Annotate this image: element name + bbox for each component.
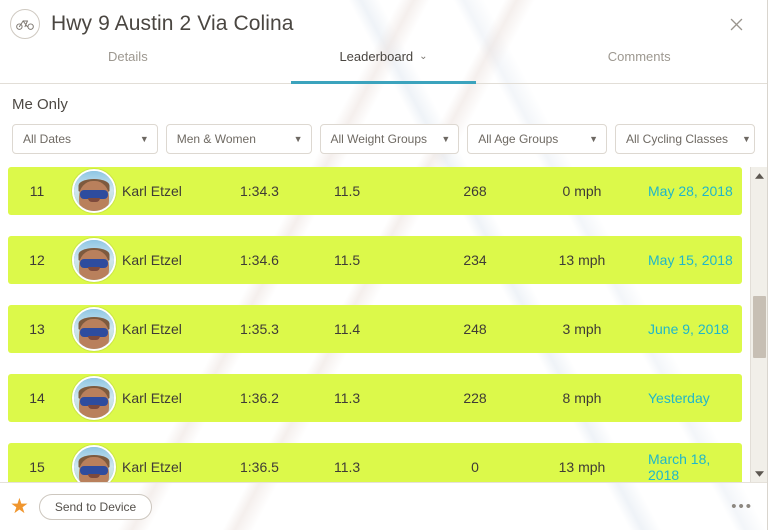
filter-bar: All Dates ▼ Men & Women ▼ All Weight Gro… xyxy=(0,113,767,154)
avatar-cell xyxy=(66,445,122,482)
row-wind: 3 mph xyxy=(562,321,602,337)
avatar-cell xyxy=(66,307,122,351)
filter-dates-value: All Dates xyxy=(23,132,72,146)
row-name: Karl Etzel xyxy=(122,252,182,268)
leaderboard-list[interactable]: 11 Karl Etzel 1:34.3 11.5 268 0 mph May 28, 20… xyxy=(0,167,750,482)
close-icon[interactable] xyxy=(723,11,749,37)
tab-bar: Details Leaderboard ⌄ Comments xyxy=(0,48,767,84)
row-date: May 28, 2018 xyxy=(648,183,733,199)
filter-class-select[interactable]: All Cycling Classes ▼ xyxy=(615,124,755,154)
row-rank: 12 xyxy=(29,252,45,268)
chevron-down-icon: ▼ xyxy=(293,134,303,144)
leaderboard-scrollbar[interactable] xyxy=(750,167,767,482)
row-speed: 11.3 xyxy=(334,390,361,406)
avatar xyxy=(72,238,116,282)
row-name: Karl Etzel xyxy=(122,459,182,475)
avatar xyxy=(72,169,116,213)
row-speed: 11.4 xyxy=(334,321,361,337)
row-rank: 15 xyxy=(29,459,45,475)
tab-leaderboard[interactable]: Leaderboard ⌄ xyxy=(256,48,512,84)
page-title: Hwy 9 Austin 2 Via Colina xyxy=(51,12,294,35)
chevron-down-icon: ▼ xyxy=(441,134,451,144)
panel-header: Hwy 9 Austin 2 Via Colina xyxy=(0,0,767,48)
row-power: 228 xyxy=(463,390,487,406)
row-rank: 13 xyxy=(29,321,45,337)
table-row[interactable]: 13 Karl Etzel 1:35.3 11.4 248 3 mph June 9, 20… xyxy=(8,305,742,353)
avatar xyxy=(72,445,116,482)
table-row[interactable]: 11 Karl Etzel 1:34.3 11.5 268 0 mph May 28, 20… xyxy=(8,167,742,215)
row-time: 1:36.5 xyxy=(240,459,279,475)
row-rank: 11 xyxy=(29,183,45,199)
table-row[interactable]: 15 Karl Etzel 1:36.5 11.3 0 13 mph March 18, 2… xyxy=(8,443,742,482)
bicycle-icon xyxy=(10,9,40,39)
avatar-cell xyxy=(66,169,122,213)
filter-dates-select[interactable]: All Dates ▼ xyxy=(12,124,158,154)
row-date: May 15, 2018 xyxy=(648,252,733,268)
tab-comments-label: Comments xyxy=(607,49,671,64)
tab-leaderboard-label: Leaderboard xyxy=(339,49,414,64)
filter-class-value: All Cycling Classes xyxy=(626,132,729,146)
scope-label: Me Only xyxy=(12,96,68,113)
row-date: March 18, 2018 xyxy=(648,451,711,482)
scroll-up-icon[interactable] xyxy=(751,167,768,184)
tab-details[interactable]: Details xyxy=(0,48,256,83)
row-time: 1:34.3 xyxy=(240,183,279,199)
chevron-down-icon: ⌄ xyxy=(419,50,428,62)
avatar xyxy=(72,376,116,420)
row-time: 1:35.3 xyxy=(240,321,279,337)
chevron-down-icon: ▼ xyxy=(742,134,751,144)
row-wind: 0 mph xyxy=(562,183,602,199)
row-date: June 9, 2018 xyxy=(648,321,729,337)
avatar-cell xyxy=(66,376,122,420)
row-speed: 11.5 xyxy=(334,252,361,268)
row-rank: 14 xyxy=(29,390,45,406)
avatar-cell xyxy=(66,238,122,282)
row-time: 1:34.6 xyxy=(240,252,279,268)
row-time: 1:36.2 xyxy=(240,390,279,406)
row-wind: 8 mph xyxy=(562,390,602,406)
row-speed: 11.3 xyxy=(334,459,361,475)
row-speed: 11.5 xyxy=(334,183,361,199)
bottom-toolbar: ★ Send to Device ••• xyxy=(0,482,767,530)
leaderboard-section: 11 Karl Etzel 1:34.3 11.5 268 0 mph May 28, 20… xyxy=(0,167,767,482)
filter-gender-value: Men & Women xyxy=(176,132,256,146)
filter-gender-select[interactable]: Men & Women ▼ xyxy=(165,124,312,154)
tab-comments[interactable]: Comments xyxy=(511,48,767,83)
filter-weight-value: All Weight Groups xyxy=(330,132,428,146)
row-power: 248 xyxy=(463,321,487,337)
scrollbar-thumb[interactable] xyxy=(752,296,766,359)
avatar xyxy=(72,307,116,351)
filter-age-select[interactable]: All Age Groups ▼ xyxy=(467,124,607,154)
row-power: 0 xyxy=(471,459,479,475)
filter-weight-select[interactable]: All Weight Groups ▼ xyxy=(319,124,460,154)
tab-details-label: Details xyxy=(107,49,148,64)
row-name: Karl Etzel xyxy=(122,321,182,337)
table-row[interactable]: 12 Karl Etzel 1:34.6 11.5 234 13 mph May 15, 2… xyxy=(8,236,742,284)
row-power: 234 xyxy=(463,252,487,268)
row-wind: 13 mph xyxy=(558,459,606,475)
send-to-device-button[interactable]: Send to Device xyxy=(38,493,153,520)
chevron-down-icon: ▼ xyxy=(139,134,149,144)
table-row[interactable]: 14 Karl Etzel 1:36.2 11.3 228 8 mph Yesterday xyxy=(8,374,742,422)
filter-age-value: All Age Groups xyxy=(478,132,559,146)
more-options-icon[interactable]: ••• xyxy=(731,499,753,514)
row-name: Karl Etzel xyxy=(122,390,182,406)
segment-detail-panel: Hwy 9 Austin 2 Via Colina Details Leader… xyxy=(0,0,768,530)
chevron-down-icon: ▼ xyxy=(589,134,598,144)
row-date: Yesterday xyxy=(648,390,710,406)
row-wind: 13 mph xyxy=(558,252,606,268)
send-to-device-label: Send to Device xyxy=(54,499,137,514)
star-icon[interactable]: ★ xyxy=(10,496,29,517)
row-name: Karl Etzel xyxy=(122,183,182,199)
row-power: 268 xyxy=(463,183,487,199)
scroll-down-icon[interactable] xyxy=(751,465,768,482)
scrollbar-track[interactable] xyxy=(751,184,768,465)
